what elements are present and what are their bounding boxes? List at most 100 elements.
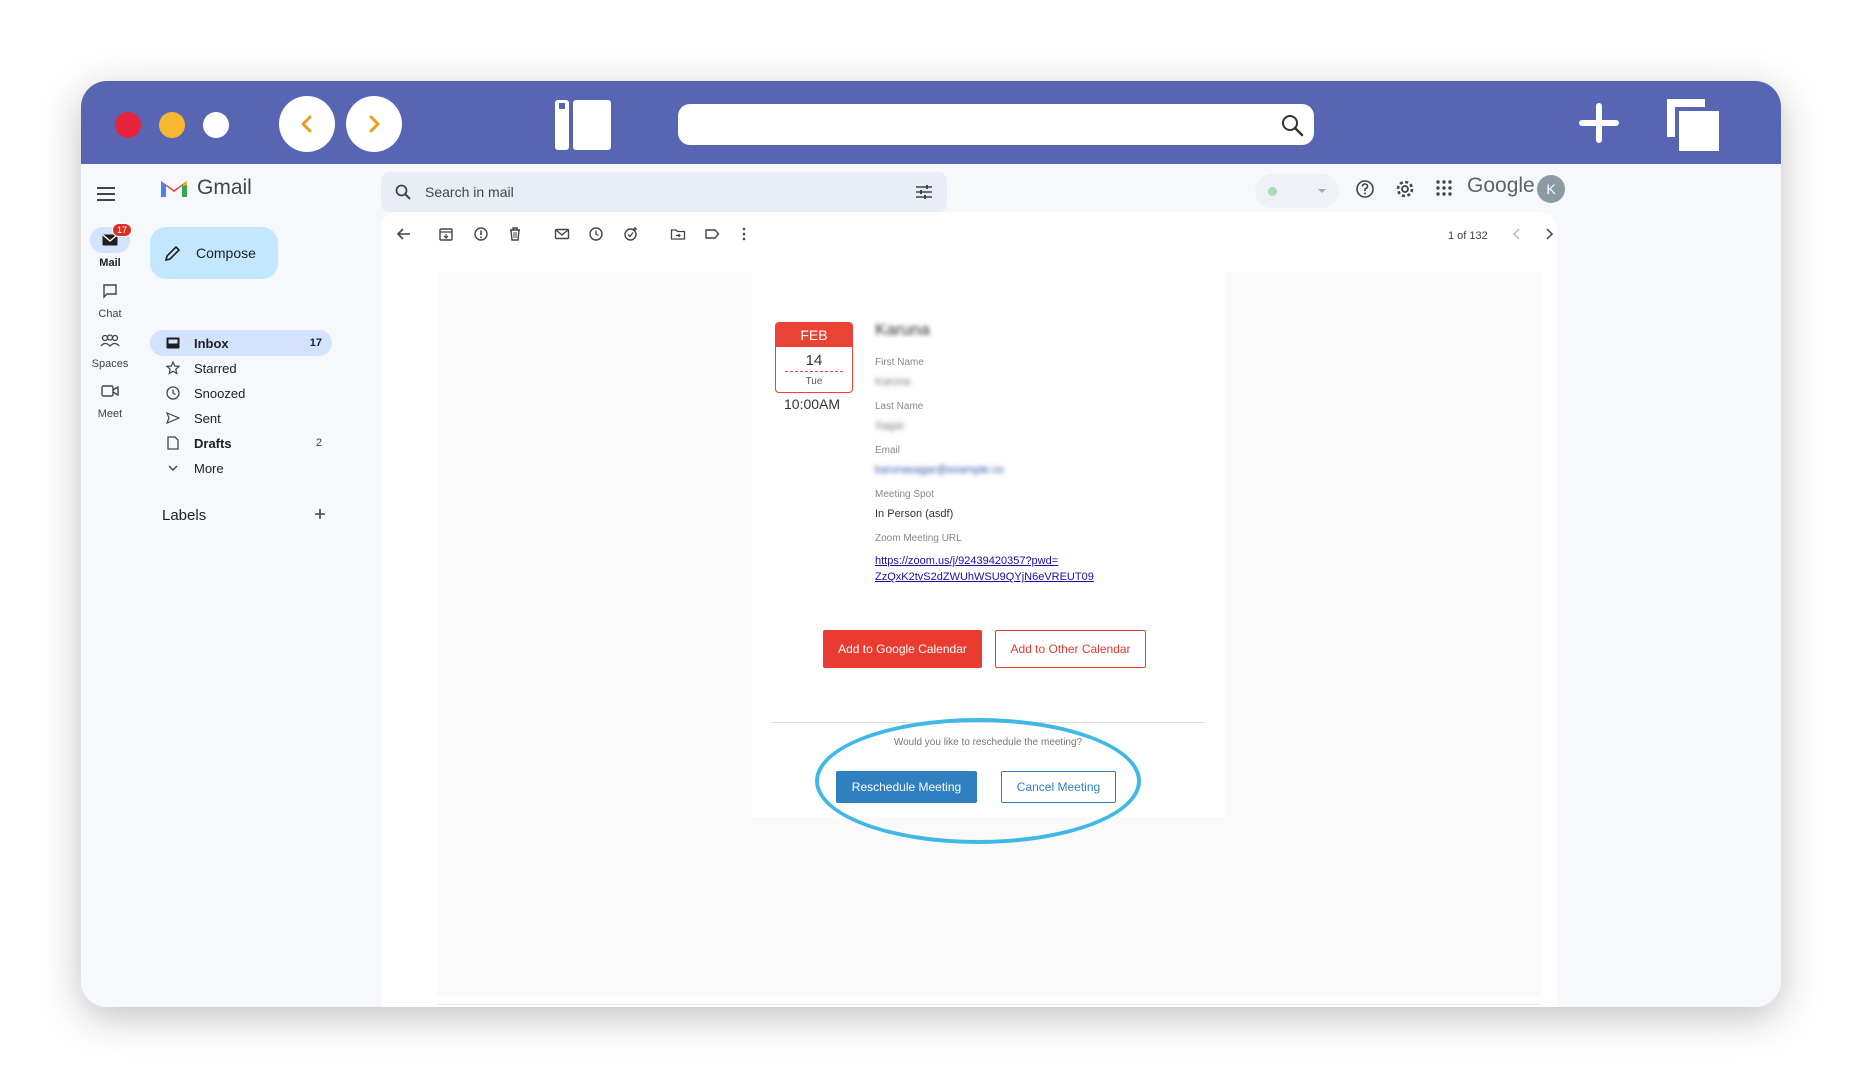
gmail-app: 17 Mail Chat Spaces Meet Gmail Compose I… [81, 164, 1781, 1007]
forward-button[interactable] [346, 96, 402, 152]
back-button[interactable] [279, 96, 335, 152]
back-to-inbox-icon[interactable] [396, 226, 412, 242]
nav-label-inbox: Inbox [194, 335, 229, 351]
compose-label: Compose [196, 245, 256, 261]
add-to-other-calendar-button[interactable]: Add to Other Calendar [995, 630, 1146, 668]
calendar-date-badge: FEB 14 Tue [775, 322, 853, 393]
meet-icon [90, 378, 130, 404]
first-name-label: First Name [875, 357, 924, 368]
browser-window: 17 Mail Chat Spaces Meet Gmail Compose I… [81, 81, 1781, 1007]
rail-item-meet[interactable]: Meet [81, 378, 139, 420]
plus-icon[interactable] [1578, 102, 1620, 144]
nav-item-inbox[interactable]: Inbox 17 [150, 330, 332, 356]
tabs-icon[interactable] [1665, 97, 1721, 153]
zoom-url-line-2: ZzQxK2tvS2dZWUhWSU9QYjN6eVREUT09 [875, 571, 1094, 583]
cancel-meeting-button[interactable]: Cancel Meeting [1001, 771, 1116, 803]
pencil-icon [164, 245, 181, 262]
label-icon[interactable] [704, 226, 720, 242]
apps-grid-icon[interactable] [1435, 179, 1453, 197]
rail-item-mail[interactable]: 17 Mail [81, 223, 139, 269]
chevron-down-icon [164, 464, 182, 472]
spaces-icon [90, 328, 130, 354]
rail-label-chat: Chat [98, 308, 122, 320]
nav-label-drafts: Drafts [194, 435, 232, 451]
sidebar-toggle-icon[interactable] [555, 100, 611, 150]
calendar-weekday: Tue [805, 376, 823, 387]
move-to-folder-icon[interactable] [670, 226, 686, 242]
google-account-logo[interactable]: Google [1467, 174, 1535, 198]
search-icon[interactable] [395, 184, 411, 200]
search-options-icon[interactable] [915, 184, 933, 200]
nav-item-sent[interactable]: Sent [150, 405, 332, 431]
meeting-spot-label: Meeting Spot [875, 489, 934, 500]
rail-label-spaces: Spaces [91, 358, 129, 370]
bottom-divider [437, 1004, 1541, 1005]
inbox-icon [164, 337, 182, 349]
main-menu-icon[interactable] [96, 186, 116, 202]
send-icon [164, 412, 182, 424]
gmail-logo-text: Gmail [197, 176, 252, 199]
newer-email-icon[interactable] [1511, 226, 1523, 242]
nav-item-drafts[interactable]: Drafts 2 [150, 430, 332, 456]
nav-label-starred: Starred [194, 360, 237, 376]
nav-label-sent: Sent [194, 410, 221, 426]
email-body: FEB 14 Tue 10:00AM Karuna First Name Kar… [437, 272, 1541, 997]
close-window-button[interactable] [115, 112, 141, 138]
archive-icon[interactable] [438, 226, 454, 242]
clock-icon [164, 386, 182, 400]
email-view: 1 of 132 FEB 14 Tue 10:00AM Karuna First… [381, 212, 1557, 1007]
trash-icon[interactable] [507, 226, 523, 242]
mail-search-bar[interactable]: Search in mail [381, 172, 947, 212]
calendar-day: 14 [805, 352, 823, 369]
gmail-logo[interactable]: Gmail [159, 176, 252, 200]
add-label-icon[interactable] [313, 507, 327, 521]
status-active-dot [1268, 187, 1277, 196]
nav-label-snoozed: Snoozed [194, 385, 246, 401]
zoom-meeting-link[interactable]: https://zoom.us/j/92439420357?pwd= ZzQxK… [875, 553, 1094, 585]
zoom-url-line-1: https://zoom.us/j/92439420357?pwd= [875, 555, 1059, 567]
help-icon[interactable] [1355, 179, 1375, 199]
older-email-icon[interactable] [1543, 226, 1555, 242]
drafts-count: 2 [315, 437, 322, 449]
avatar[interactable]: K [1537, 175, 1565, 203]
maximize-window-button[interactable] [203, 112, 229, 138]
section-divider [772, 722, 1204, 723]
reschedule-meeting-button[interactable]: Reschedule Meeting [836, 771, 977, 803]
back-arrow-icon [301, 115, 312, 133]
add-to-tasks-icon[interactable] [623, 226, 639, 242]
gear-icon[interactable] [1395, 179, 1415, 199]
nav-item-snoozed[interactable]: Snoozed [150, 380, 332, 406]
forward-arrow-icon [369, 115, 380, 133]
reschedule-question: Would you like to reschedule the meeting… [893, 737, 1083, 748]
add-to-google-calendar-button[interactable]: Add to Google Calendar [823, 630, 982, 668]
chevron-down-icon [1318, 189, 1326, 193]
compose-button[interactable]: Compose [150, 227, 278, 279]
nav-label-more: More [194, 460, 224, 476]
mark-unread-icon[interactable] [554, 226, 570, 242]
address-bar[interactable] [678, 104, 1314, 145]
calendar-separator [785, 371, 843, 372]
app-rail: 17 Mail Chat Spaces Meet [81, 164, 139, 1007]
search-input[interactable]: Search in mail [425, 184, 514, 200]
meeting-time: 10:00AM [784, 396, 841, 412]
chat-icon [90, 278, 130, 304]
snooze-icon[interactable] [588, 226, 604, 242]
report-spam-icon[interactable] [473, 226, 489, 242]
draft-icon [164, 436, 182, 450]
nav-item-more[interactable]: More [150, 455, 332, 481]
pagination-count: 1 of 132 [1448, 230, 1488, 242]
nav-item-starred[interactable]: Starred [150, 355, 332, 381]
last-name-value: Sagar [875, 420, 905, 432]
email-value[interactable]: karunasagar@example.co [875, 464, 1004, 476]
search-icon [1282, 115, 1304, 137]
more-options-icon[interactable] [736, 226, 752, 242]
last-name-label: Last Name [875, 401, 924, 412]
email-label: Email [875, 445, 901, 456]
rail-item-chat[interactable]: Chat [81, 278, 139, 320]
rail-item-spaces[interactable]: Spaces [81, 328, 139, 370]
calendar-month: FEB [776, 323, 852, 347]
status-selector[interactable] [1255, 174, 1339, 208]
minimize-window-button[interactable] [159, 112, 185, 138]
mail-unread-badge: 17 [111, 223, 132, 237]
zoom-url-label: Zoom Meeting URL [875, 533, 962, 544]
